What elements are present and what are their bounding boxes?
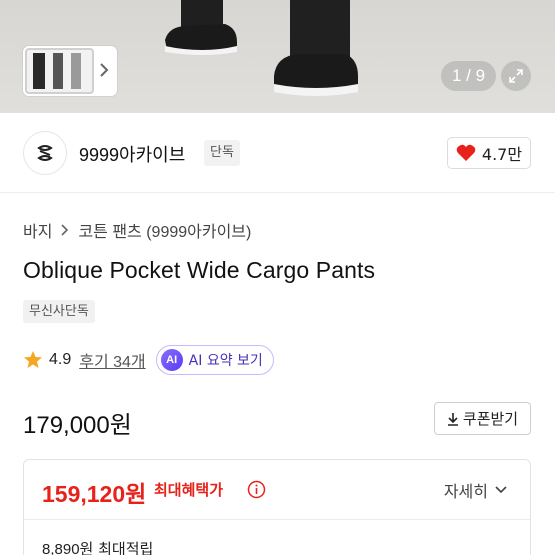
like-button[interactable]: 4.7만 (447, 137, 531, 169)
points-value: 8,890원 (42, 541, 94, 555)
breadcrumb-category[interactable]: 바지 (23, 218, 52, 242)
chevron-right-icon[interactable] (97, 61, 111, 79)
rating-row: 4.9 후기 34개 AI AI 요약 보기 (23, 345, 274, 375)
right-shoe-image (274, 0, 358, 96)
info-icon[interactable] (247, 480, 266, 499)
points-label: 최대적립 (98, 540, 154, 555)
max-benefit-price: 159,120원 (42, 481, 147, 507)
brand-exclusive-tag: 단독 (204, 140, 240, 166)
review-link[interactable]: 후기 34개 (79, 348, 145, 372)
chevron-right-icon (61, 224, 69, 236)
exclusive-badge: 무신사단독 (23, 300, 95, 323)
rating-value: 4.9 (49, 351, 72, 368)
star-icon (24, 351, 42, 368)
detail-label: 자세히 (443, 482, 488, 501)
brand-logo[interactable] (23, 131, 67, 175)
product-price: 179,000원 (23, 412, 132, 439)
brand-name[interactable]: 9999아카이브 (79, 141, 185, 167)
image-counter: 1 / 9 (441, 61, 496, 91)
heart-icon (456, 144, 476, 161)
ai-summary-label: AI 요약 보기 (188, 353, 263, 369)
left-shoe-image (165, 0, 237, 55)
expand-icon[interactable] (501, 61, 531, 91)
like-count: 4.7만 (481, 145, 523, 164)
thumbnail-image[interactable] (25, 48, 94, 94)
max-benefit-row[interactable]: 159,120원 최대혜택가 자세히 (24, 460, 530, 520)
detail-button[interactable]: 자세히 (444, 478, 508, 502)
download-icon (447, 412, 458, 426)
max-benefit-label: 최대혜택가 (154, 481, 224, 499)
coupon-button[interactable]: 쿠폰받기 (434, 402, 531, 435)
brand-row: 9999아카이브 단독 4.7만 (0, 113, 555, 193)
thumbnail-strip[interactable] (23, 46, 117, 96)
coupon-label: 쿠폰받기 (462, 410, 519, 428)
ai-summary-button[interactable]: AI AI 요약 보기 (155, 345, 274, 375)
benefit-box: 159,120원 최대혜택가 자세히 8,890원 최대적립 (23, 459, 531, 555)
chevron-down-icon (495, 486, 507, 494)
ai-icon: AI (160, 349, 183, 371)
points-row: 8,890원 최대적립 (42, 538, 153, 555)
breadcrumb: 바지 코튼 팬츠 (9999아카이브) (23, 218, 251, 242)
product-hero-image[interactable]: 1 / 9 (0, 0, 555, 113)
product-title: Oblique Pocket Wide Cargo Pants (23, 257, 376, 283)
breadcrumb-subcategory[interactable]: 코튼 팬츠 (9999아카이브) (78, 218, 251, 242)
